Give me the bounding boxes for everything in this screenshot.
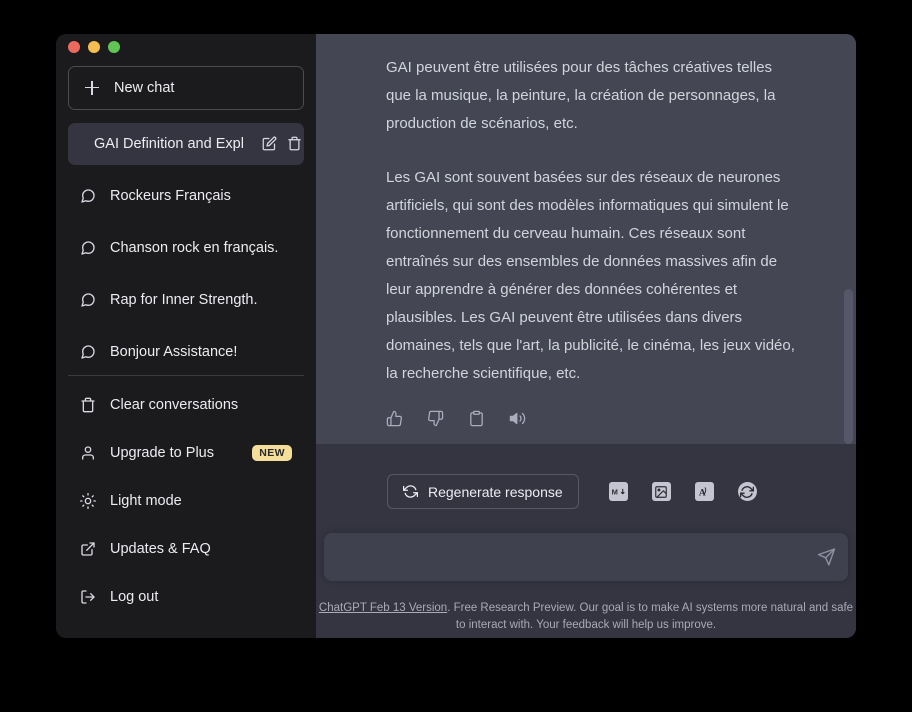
- export-markdown-icon[interactable]: M: [608, 482, 628, 501]
- assistant-message: GAI peuvent être utilisées pour des tâch…: [316, 34, 856, 388]
- export-pdf-icon[interactable]: A: [694, 482, 714, 501]
- traffic-lights: [56, 34, 316, 61]
- chat-bubble-icon: [81, 189, 95, 203]
- minimize-window-button[interactable]: [88, 41, 100, 54]
- menu-item-label: Upgrade to Plus: [110, 444, 214, 461]
- message-paragraph-1: GAI peuvent être utilisées pour des tâch…: [386, 59, 776, 132]
- new-chat-label: New chat: [114, 79, 175, 96]
- chat-bubble-icon: [81, 241, 95, 255]
- footer-disclaimer: ChatGPT Feb 13 Version. Free Research Pr…: [316, 600, 856, 634]
- app-window: New chat GAI Definition and Expl Rockeur…: [56, 34, 856, 638]
- refresh-icon: [403, 485, 418, 498]
- main-panel: GAI peuvent être utilisées pour des tâch…: [316, 34, 856, 638]
- sidebar-chat-list: New chat GAI Definition and Expl Rockeur…: [56, 61, 316, 369]
- trash-icon: [81, 397, 95, 413]
- new-chat-button[interactable]: New chat: [68, 65, 304, 110]
- sidebar-item-label: Rockeurs Français: [110, 187, 231, 204]
- refresh-sync-icon[interactable]: [737, 482, 757, 501]
- sync-glyph: [740, 485, 755, 498]
- sidebar-item-rap-inner-strength[interactable]: Rap for Inner Strength.: [68, 279, 304, 321]
- close-window-button[interactable]: [68, 41, 80, 54]
- sidebar-item-label: Chanson rock en français.: [110, 239, 279, 256]
- send-icon[interactable]: [817, 548, 836, 567]
- external-link-icon: [81, 542, 95, 556]
- maximize-window-button[interactable]: [108, 41, 120, 54]
- message-area: GAI peuvent être utilisées pour des tâch…: [316, 34, 856, 444]
- sidebar-menu: Clear conversations Upgrade to Plus NEW …: [56, 376, 316, 638]
- message-scrollbar-track[interactable]: [844, 34, 853, 444]
- menu-item-updates-faq[interactable]: Updates & FAQ: [68, 528, 304, 570]
- menu-item-label: Updates & FAQ: [110, 540, 211, 557]
- menu-item-clear-conversations[interactable]: Clear conversations: [68, 384, 304, 426]
- version-link[interactable]: ChatGPT Feb 13 Version: [319, 602, 447, 614]
- delete-trash-icon[interactable]: [287, 136, 302, 151]
- regenerate-row: Regenerate response M A: [316, 474, 856, 509]
- chat-bubble-icon: [81, 345, 95, 359]
- menu-item-log-out[interactable]: Log out: [68, 576, 304, 618]
- speaker-icon[interactable]: [509, 410, 526, 427]
- export-image-icon[interactable]: [651, 482, 671, 501]
- sidebar-item-label: Bonjour Assistance!: [110, 343, 238, 360]
- chat-bubble-icon: [81, 293, 95, 307]
- footer-text: . Free Research Preview. Our goal is to …: [447, 602, 854, 631]
- message-input[interactable]: [324, 533, 848, 581]
- composer-area: Regenerate response M A ChatGPT Feb 13 V…: [316, 444, 856, 638]
- thumbs-up-icon[interactable]: [386, 410, 403, 427]
- sidebar-item-label: GAI Definition and Expl: [94, 135, 244, 152]
- message-input-container[interactable]: [324, 533, 848, 581]
- svg-text:M: M: [611, 488, 617, 497]
- edit-pencil-icon[interactable]: [262, 136, 277, 151]
- image-glyph: [655, 485, 667, 498]
- message-paragraph-2: Les GAI sont souvent basées sur des rése…: [386, 169, 795, 382]
- logout-icon: [81, 590, 95, 604]
- menu-item-label: Log out: [110, 588, 159, 605]
- menu-item-label: Clear conversations: [110, 396, 239, 413]
- sidebar-item-bonjour-assistance[interactable]: Bonjour Assistance!: [68, 331, 304, 369]
- pdf-glyph: A: [699, 487, 706, 498]
- menu-item-light-mode[interactable]: Light mode: [68, 480, 304, 522]
- markdown-glyph: M: [611, 488, 625, 497]
- sun-icon: [80, 492, 96, 509]
- sidebar-item-label: Rap for Inner Strength.: [110, 291, 258, 308]
- user-icon: [82, 446, 94, 460]
- menu-item-label: Light mode: [110, 492, 182, 509]
- thumbs-down-icon[interactable]: [427, 410, 444, 427]
- chat-item-actions: [262, 136, 302, 151]
- clipboard-icon[interactable]: [468, 410, 485, 427]
- regenerate-response-button[interactable]: Regenerate response: [387, 474, 579, 509]
- menu-item-upgrade-to-plus[interactable]: Upgrade to Plus NEW: [68, 432, 304, 474]
- message-action-bar: [316, 410, 856, 427]
- sidebar-item-gai-definition[interactable]: GAI Definition and Expl: [68, 122, 304, 165]
- export-buttons-group: M A: [608, 482, 757, 501]
- message-scrollbar-thumb[interactable]: [844, 289, 853, 444]
- sidebar: New chat GAI Definition and Expl Rockeur…: [56, 34, 316, 638]
- plus-icon: [84, 80, 100, 96]
- status-badge: NEW: [252, 444, 292, 462]
- regenerate-response-label: Regenerate response: [428, 483, 563, 500]
- sidebar-item-chanson-rock[interactable]: Chanson rock en français.: [68, 227, 304, 269]
- sidebar-item-rockeurs-francais[interactable]: Rockeurs Français: [68, 175, 304, 217]
